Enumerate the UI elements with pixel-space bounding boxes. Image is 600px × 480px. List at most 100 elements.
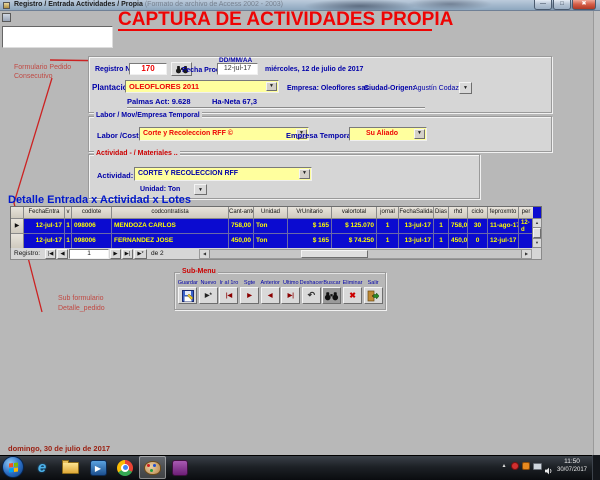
nav-new-record-button[interactable]: ▶* [134, 249, 147, 259]
cell[interactable]: 1 [434, 219, 449, 234]
chrome-icon[interactable] [113, 457, 137, 478]
nav-position-input[interactable]: 1 [69, 249, 109, 259]
grid-hscrollbar[interactable]: ◀ ▶ [199, 249, 532, 259]
clock[interactable]: 11:50 30/07/2017 [552, 458, 592, 474]
cell[interactable]: 30 [468, 219, 488, 234]
cell[interactable]: 12-jul-17 [24, 234, 65, 249]
ciudad-dropdown-button[interactable]: ▼ [459, 82, 472, 94]
row-selector[interactable] [11, 234, 24, 249]
minimize-button[interactable]: — [534, 0, 552, 10]
col-header[interactable]: per [519, 207, 533, 219]
cell[interactable]: 098006 [72, 219, 112, 234]
undo-button[interactable]: ↶ [301, 287, 321, 304]
scroll-right-icon[interactable]: ▶ [521, 250, 531, 258]
cell[interactable]: 1 [377, 219, 399, 234]
exit-button[interactable] [363, 287, 383, 304]
cell[interactable] [519, 234, 533, 249]
cell[interactable]: 13-jul-17 [399, 234, 434, 249]
form-right-scrollbar[interactable] [593, 11, 600, 455]
delete-button[interactable]: ✖ [343, 287, 363, 304]
cell[interactable]: 758,00 [229, 219, 254, 234]
nav-prev-button[interactable]: ◀ [57, 249, 68, 259]
cell[interactable]: 450,00 [229, 234, 254, 249]
new-record-button[interactable]: ▶* [198, 287, 218, 304]
nav-last-button[interactable]: ▶| [122, 249, 133, 259]
col-header[interactable]: FechaEntra [24, 207, 65, 219]
col-header[interactable]: Unidad [254, 207, 288, 219]
cell[interactable]: Ton [254, 219, 288, 234]
office-icon[interactable] [168, 457, 192, 478]
cell[interactable]: 098006 [72, 234, 112, 249]
network-icon[interactable] [533, 463, 542, 470]
vscroll-thumb[interactable] [533, 228, 541, 238]
col-header[interactable]: valortotal [332, 207, 377, 219]
col-header[interactable]: rhd [449, 207, 468, 219]
col-header[interactable]: feproxmto [488, 207, 519, 219]
unidad-dropdown-button[interactable]: ▼ [194, 184, 207, 195]
scroll-down-icon[interactable]: ▼ [533, 238, 541, 247]
col-header[interactable]: codcontratista [112, 207, 229, 219]
cell[interactable]: Ton [254, 234, 288, 249]
actividad-combo[interactable]: CORTE Y RECOLECCION RFF ▼ [134, 167, 312, 181]
fecha-proceso-input[interactable]: 12-jul-17 [217, 63, 258, 75]
col-header[interactable]: jornal [377, 207, 399, 219]
nav-next-button[interactable]: ▶ [110, 249, 121, 259]
col-header[interactable]: v [65, 207, 72, 219]
cell[interactable]: 13-jul-17 [399, 219, 434, 234]
row-selector-icon[interactable]: ▶ [11, 219, 24, 234]
cell[interactable]: 1 [65, 219, 72, 234]
table-row[interactable]: ▶ 12-jul-17 1 098006 MENDOZA CARLOS 758,… [11, 219, 541, 234]
tray-app-icon[interactable] [522, 462, 530, 470]
browser-icon[interactable]: e [30, 457, 54, 478]
col-header[interactable]: Dias [434, 207, 449, 219]
cell[interactable]: 1 [65, 234, 72, 249]
first-record-button[interactable]: |◀ [219, 287, 239, 304]
chevron-down-icon[interactable]: ▼ [414, 129, 425, 139]
start-button[interactable] [2, 456, 24, 478]
plantacion-combo[interactable]: OLEOFLORES 2011 ▼ [125, 80, 279, 93]
explorer-icon[interactable] [58, 457, 82, 478]
col-header[interactable]: VrUnitario [288, 207, 332, 219]
table-row[interactable]: 12-jul-17 1 098006 FERNANDEZ JOSE 450,00… [11, 234, 541, 249]
col-header[interactable]: FechaSalida [399, 207, 434, 219]
empresa-temporal-combo[interactable]: Su Aliado ▼ [349, 127, 427, 141]
save-button[interactable] [178, 287, 198, 304]
hscroll-thumb[interactable] [301, 250, 368, 258]
col-header[interactable]: codlote [72, 207, 112, 219]
cell[interactable]: 450,00 [449, 234, 468, 249]
search-button[interactable] [322, 287, 342, 304]
chevron-down-icon[interactable]: ▼ [266, 82, 277, 91]
cell[interactable]: 758,00 [449, 219, 468, 234]
cell[interactable]: $ 74.250 [332, 234, 377, 249]
tray-alert-icon[interactable] [511, 462, 519, 470]
cell[interactable]: 1 [434, 234, 449, 249]
media-player-icon[interactable]: ▶ [86, 457, 110, 478]
labor-costo-combo[interactable]: Corte y Recoleccion RFF © ▼ [139, 127, 309, 141]
cell[interactable]: 12-jul-17 [24, 219, 65, 234]
cell[interactable]: 12-d 11-d [519, 219, 533, 234]
tray-expand-icon[interactable]: ▴ [500, 461, 508, 471]
next-record-button[interactable]: ▶ [240, 287, 260, 304]
cell[interactable]: MENDOZA CARLOS [112, 219, 229, 234]
cell[interactable]: $ 165 [288, 219, 332, 234]
maximize-button[interactable]: □ [553, 0, 571, 10]
nav-first-button[interactable]: |◀ [45, 249, 56, 259]
col-header[interactable]: Cant-ante [229, 207, 254, 219]
cell[interactable]: 11-ago-17 [488, 219, 519, 234]
col-header[interactable]: ciclo [468, 207, 488, 219]
scroll-up-icon[interactable]: ▲ [533, 219, 541, 228]
scroll-left-icon[interactable]: ◀ [200, 250, 210, 258]
last-record-button[interactable]: ▶| [281, 287, 301, 304]
show-desktop-button[interactable] [592, 455, 600, 480]
prev-record-button[interactable]: ◀ [260, 287, 280, 304]
cell[interactable]: FERNANDEZ JOSE [112, 234, 229, 249]
cell[interactable]: 0 [468, 234, 488, 249]
paint-icon-active[interactable] [139, 456, 166, 479]
close-button[interactable]: ✖ [572, 0, 596, 10]
cell[interactable]: 1 [377, 234, 399, 249]
grid-vscrollbar[interactable]: ▲ ▼ [532, 218, 542, 248]
registro-input[interactable]: 170 [129, 63, 167, 75]
chevron-down-icon[interactable]: ▼ [299, 169, 310, 179]
cell[interactable]: 12-jul-17 [488, 234, 519, 249]
cell[interactable]: $ 165 [288, 234, 332, 249]
